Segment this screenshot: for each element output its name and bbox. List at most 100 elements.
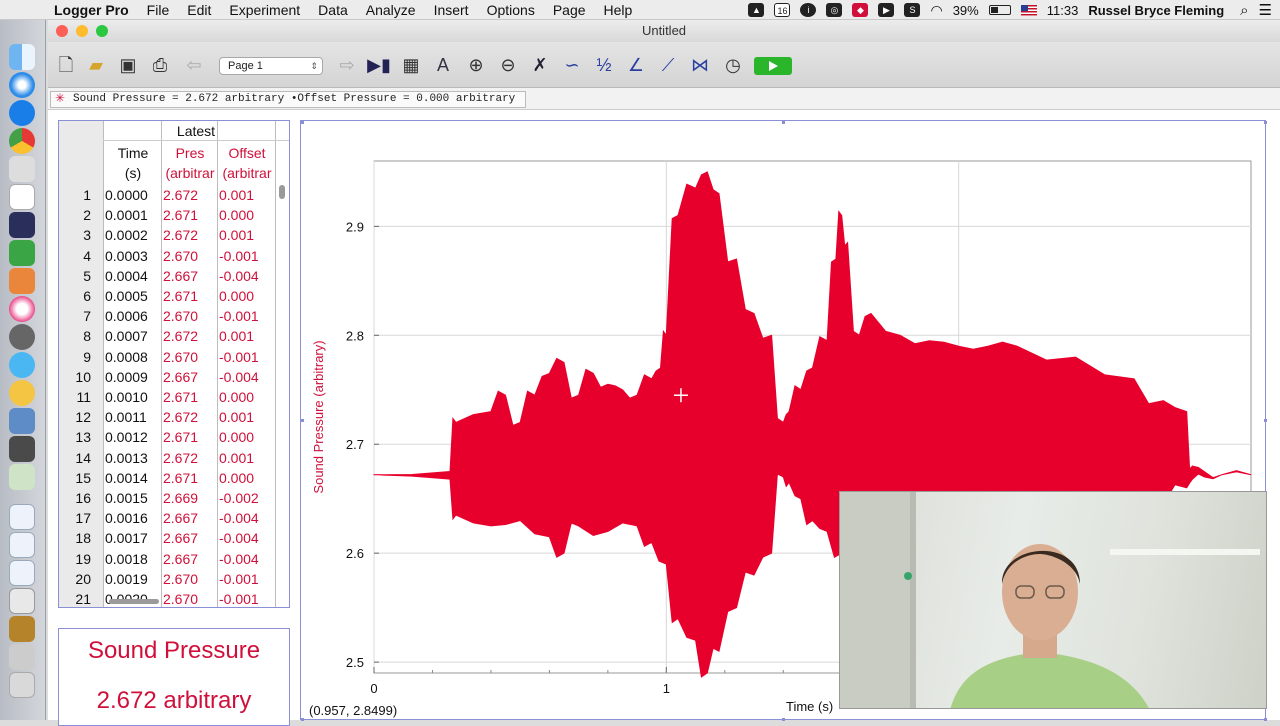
table-row[interactable]: 15 0.0014 2.671 0.000 <box>59 468 289 488</box>
downloads-icon[interactable] <box>9 644 35 670</box>
integral-icon[interactable]: ½ <box>591 52 617 78</box>
open-folder-icon[interactable]: ▰ <box>83 52 109 78</box>
app-store-icon[interactable] <box>9 100 35 126</box>
table-row[interactable]: 19 0.0018 2.667 -0.004 <box>59 549 289 569</box>
table-row[interactable]: 13 0.0012 2.671 0.000 <box>59 427 289 447</box>
print-icon[interactable]: ⎙ <box>147 52 173 78</box>
table-row[interactable]: 18 0.0017 2.667 -0.004 <box>59 528 289 548</box>
table-row[interactable]: 16 0.0015 2.669 -0.002 <box>59 488 289 508</box>
new-file-icon[interactable]: 🗋 <box>53 52 79 78</box>
battery-icon[interactable] <box>988 5 1011 15</box>
eps-file-icon[interactable] <box>9 588 35 614</box>
document-icon-1[interactable] <box>9 504 35 530</box>
clock[interactable]: 11:33 <box>1047 3 1079 18</box>
close-button[interactable] <box>56 25 68 37</box>
chat-icon[interactable]: ▶ <box>878 3 895 17</box>
calendar-dock-icon[interactable] <box>9 184 35 210</box>
table-row[interactable]: 1 0.0000 2.672 0.001 <box>59 185 289 205</box>
user-name[interactable]: Russel Bryce Fleming <box>1088 3 1224 18</box>
safari-icon[interactable] <box>9 72 35 98</box>
table-horizontal-scrollbar[interactable] <box>109 599 159 604</box>
menu-help[interactable]: Help <box>604 2 633 18</box>
menu-analyze[interactable]: Analyze <box>366 2 416 18</box>
resize-handle[interactable] <box>1264 121 1267 124</box>
text-annotation-icon[interactable]: A <box>430 52 456 78</box>
menu-insert[interactable]: Insert <box>434 2 469 18</box>
table-row[interactable]: 12 0.0011 2.672 0.001 <box>59 407 289 427</box>
info-icon[interactable]: i <box>800 3 817 17</box>
pb-file-icon[interactable] <box>9 616 35 642</box>
itunes-icon[interactable] <box>9 296 35 322</box>
resize-handle[interactable] <box>301 121 304 124</box>
calendar-icon[interactable]: 16 <box>774 3 791 17</box>
logger-pro-icon[interactable] <box>9 464 35 490</box>
table-row[interactable]: 4 0.0003 2.670 -0.001 <box>59 246 289 266</box>
table-row[interactable]: 5 0.0004 2.667 -0.004 <box>59 266 289 286</box>
spotlight-search-icon[interactable]: ⌕ <box>1240 2 1248 19</box>
zoom-in-icon[interactable]: ⊕ <box>463 52 489 78</box>
examine-icon[interactable]: ✗ <box>527 52 553 78</box>
finder-icon[interactable] <box>9 44 35 70</box>
resize-handle[interactable] <box>301 419 304 422</box>
chrome-icon[interactable] <box>9 128 35 154</box>
flag-icon[interactable] <box>1020 4 1037 16</box>
wifi-icon[interactable]: ◠ <box>930 2 942 19</box>
collect-button[interactable] <box>754 57 792 75</box>
messenger-icon[interactable] <box>9 352 35 378</box>
shield-icon[interactable]: S <box>904 3 921 17</box>
table-vertical-scrollbar[interactable] <box>279 185 285 199</box>
menu-page[interactable]: Page <box>553 2 586 18</box>
digital-meter[interactable]: Sound Pressure 2.672 arbitrary <box>58 628 290 726</box>
table-row[interactable]: 17 0.0016 2.667 -0.004 <box>59 508 289 528</box>
data-collection-icon[interactable]: ◷ <box>720 52 746 78</box>
column-header-pres[interactable]: Pres (arbitrar <box>163 143 217 183</box>
table-row[interactable]: 14 0.0013 2.672 0.001 <box>59 448 289 468</box>
menu-file[interactable]: File <box>147 2 170 18</box>
table-row[interactable]: 3 0.0002 2.672 0.001 <box>59 225 289 245</box>
column-header-time[interactable]: Time (s) <box>105 143 161 183</box>
lab-book-icon[interactable]: ▶▮ <box>366 52 392 78</box>
menu-data[interactable]: Data <box>318 2 348 18</box>
menu-experiment[interactable]: Experiment <box>229 2 300 18</box>
minimize-button[interactable] <box>76 25 88 37</box>
menu-options[interactable]: Options <box>487 2 535 18</box>
preview-icon[interactable] <box>9 408 35 434</box>
battery-percent[interactable]: 39% <box>953 3 979 18</box>
table-row[interactable]: 10 0.0009 2.667 -0.004 <box>59 367 289 387</box>
table-row[interactable]: 20 0.0019 2.670 -0.001 <box>59 569 289 589</box>
document-icon-3[interactable] <box>9 560 35 586</box>
table-row[interactable]: 9 0.0008 2.670 -0.001 <box>59 347 289 367</box>
messages-badge-icon[interactable] <box>9 156 35 182</box>
previous-page-icon[interactable]: ⇦ <box>181 52 207 78</box>
column-header-offset[interactable]: Offset (arbitrar <box>219 143 275 183</box>
keynote-icon[interactable] <box>9 268 35 294</box>
dataset-header[interactable]: Latest <box>103 121 289 141</box>
drive-icon[interactable]: ▲ <box>748 3 765 17</box>
tangent-icon[interactable]: ∽ <box>559 52 585 78</box>
statistics-icon[interactable]: ∠ <box>623 52 649 78</box>
table-row[interactable]: 8 0.0007 2.672 0.001 <box>59 326 289 346</box>
live-readout[interactable]: ✳ Sound Pressure = 2.672 arbitrary •Offs… <box>50 91 526 108</box>
photos-icon[interactable] <box>9 380 35 406</box>
notification-center-icon[interactable]: ☰ <box>1259 1 1272 19</box>
table-row[interactable]: 11 0.0010 2.671 0.000 <box>59 387 289 407</box>
numbers-icon[interactable] <box>9 240 35 266</box>
screenshot-icon[interactable] <box>9 436 35 462</box>
table-row[interactable]: 7 0.0006 2.670 -0.001 <box>59 306 289 326</box>
zoom-out-icon[interactable]: ⊖ <box>495 52 521 78</box>
gem-icon[interactable]: ◆ <box>852 3 869 17</box>
data-table[interactable]: Latest Time (s) Pres (arbitrar Offset (a… <box>58 120 290 608</box>
resize-handle[interactable] <box>782 121 785 124</box>
screen-recorder-icon[interactable]: ◎ <box>826 3 843 17</box>
trash-icon[interactable] <box>9 672 35 698</box>
calculator-icon[interactable]: ▦ <box>398 52 424 78</box>
linear-fit-icon[interactable]: ⟋ <box>655 52 681 78</box>
next-page-icon[interactable]: ⇨ <box>334 52 360 78</box>
table-row[interactable]: 2 0.0001 2.671 0.000 <box>59 205 289 225</box>
pen-app-icon[interactable] <box>9 212 35 238</box>
table-row[interactable]: 210.00202.670-0.001 <box>59 589 289 607</box>
page-select[interactable]: Page 1 ⇕ <box>219 57 323 75</box>
table-row[interactable]: 6 0.0005 2.671 0.000 <box>59 286 289 306</box>
zoom-button[interactable] <box>96 25 108 37</box>
menu-edit[interactable]: Edit <box>187 2 211 18</box>
